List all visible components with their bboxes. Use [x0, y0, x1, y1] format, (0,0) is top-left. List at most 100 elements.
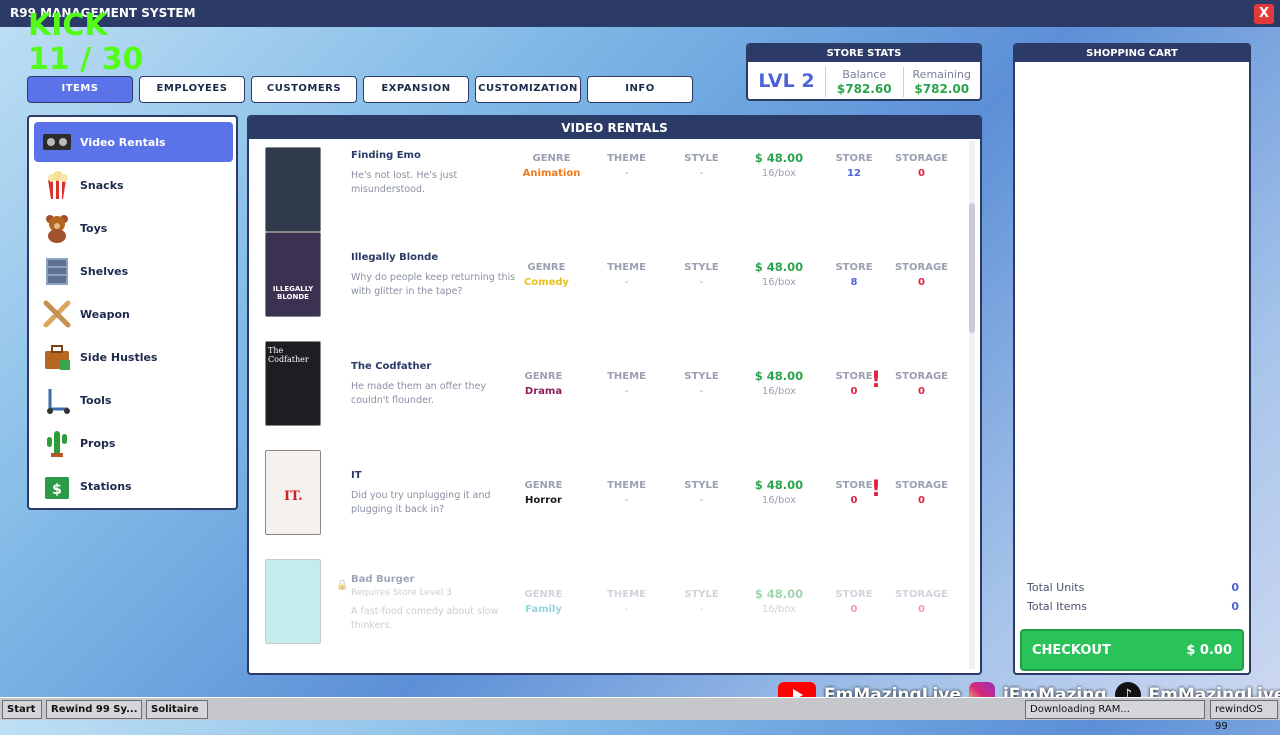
style-value: - — [699, 277, 704, 288]
theme-header: THEME — [607, 371, 646, 382]
price-value: $ 48.00 — [754, 478, 804, 492]
per-box-value: 16/box — [761, 495, 797, 506]
list-scrollbar[interactable] — [969, 141, 975, 669]
os-clock: rewindOS 99 — [1210, 700, 1278, 732]
storage-header: STORAGE — [894, 262, 948, 273]
product-row-locked[interactable]: 🔒 Bad Burger Requires Store Level 3 A fa… — [249, 556, 967, 665]
style-col: STYLE - — [669, 478, 734, 508]
category-label: Shelves — [80, 264, 129, 278]
store-value: 12 — [847, 168, 861, 179]
product-description: Why do people keep returning this with g… — [351, 272, 516, 297]
style-col: STYLE - — [669, 260, 734, 290]
shelf-icon — [40, 254, 74, 288]
balance-label: Balance — [842, 67, 887, 81]
product-cover — [265, 147, 321, 232]
product-description: A fast-food comedy about slow thinkers. — [351, 606, 499, 631]
total-units-value: 0 — [1231, 581, 1239, 594]
video-rentals-panel: VIDEO RENTALS Finding Emo He's not lost.… — [247, 115, 982, 675]
price-value: $ 48.00 — [754, 260, 804, 274]
category-toys[interactable]: Toys — [34, 208, 233, 248]
category-props[interactable]: Props — [34, 423, 233, 463]
lock-icon: 🔒 — [336, 580, 349, 591]
product-description: He made them an offer they couldn't flou… — [351, 381, 487, 406]
storage-value: 0 — [918, 386, 925, 397]
price-col: $ 48.00 16/box — [744, 369, 814, 399]
tab-info[interactable]: INFO — [587, 76, 693, 103]
tab-expansion[interactable]: EXPANSION — [363, 76, 469, 103]
genre-value: Horror — [525, 495, 562, 506]
balance-value: $782.60 — [836, 81, 892, 96]
price-col: $ 48.00 16/box — [744, 151, 814, 181]
category-label: Stations — [80, 479, 132, 493]
storage-col: STORAGE 0 — [894, 260, 949, 290]
style-col: STYLE - — [669, 369, 734, 399]
checkout-button[interactable]: CHECKOUT $ 0.00 — [1020, 629, 1244, 671]
shopping-cart-title: SHOPPING CART — [1015, 45, 1249, 62]
product-title: Bad Burger — [351, 574, 415, 585]
theme-header: THEME — [607, 153, 646, 164]
tab-employees[interactable]: EMPLOYEES — [139, 76, 245, 103]
category-tools[interactable]: Tools — [34, 380, 233, 420]
category-video-rentals[interactable]: Video Rentals — [34, 122, 233, 162]
product-title: Finding Emo — [351, 150, 421, 161]
tab-customization[interactable]: CUSTOMIZATION — [475, 76, 581, 103]
genre-header: GENRE — [524, 589, 563, 600]
product-requirement: Requires Store Level 3 — [351, 588, 452, 598]
category-snacks[interactable]: Snacks — [34, 165, 233, 205]
tab-items[interactable]: ITEMS — [27, 76, 133, 103]
close-button[interactable]: X — [1254, 4, 1274, 24]
taskbar-app-solitaire[interactable]: Solitaire — [146, 700, 208, 719]
shopping-cart-panel: SHOPPING CART Total Units 0 Total Items … — [1013, 43, 1251, 675]
category-label: Weapon — [80, 307, 130, 321]
storage-col: STORAGE 0 — [894, 369, 949, 399]
scrollbar-thumb[interactable] — [969, 203, 975, 333]
remaining-value: $782.00 — [914, 81, 970, 96]
taskbar: Start Rewind 99 Sy... Solitaire Download… — [0, 697, 1280, 732]
start-button[interactable]: Start — [2, 700, 42, 719]
per-box-value: 16/box — [761, 604, 797, 615]
store-header: STORE — [835, 589, 873, 600]
tab-customers[interactable]: CUSTOMERS — [251, 76, 357, 103]
theme-value: - — [624, 386, 629, 397]
main-tabs: ITEMS EMPLOYEES CUSTOMERS EXPANSION CUST… — [27, 76, 693, 103]
category-sidebar: Video Rentals Snacks Toys Shelves Weapon… — [27, 115, 238, 510]
taskbar-app-rewind[interactable]: Rewind 99 Sy... — [46, 700, 142, 719]
product-description: He's not lost. He's just misunderstood. — [351, 170, 458, 195]
storage-header: STORAGE — [894, 589, 948, 600]
product-row[interactable]: IT. IT Did you try unplugging it and plu… — [249, 447, 967, 556]
per-box-value: 16/box — [761, 386, 797, 397]
category-label: Props — [80, 436, 116, 450]
product-row[interactable]: The Codfather The Codfather He made them… — [249, 338, 967, 447]
cover-text: IT. — [284, 489, 303, 504]
store-col: STORE 0 — [829, 587, 879, 617]
kick-overlay-label: KICK — [28, 8, 108, 43]
theme-header: THEME — [607, 589, 646, 600]
category-weapon[interactable]: Weapon — [34, 294, 233, 334]
category-label: Video Rentals — [80, 135, 166, 149]
theme-value: - — [624, 604, 629, 615]
product-row[interactable]: ILLEGALLY BLONDE Illegally Blonde Why do… — [249, 229, 967, 338]
category-label: Side Hustles — [80, 350, 158, 364]
storage-col: STORAGE 0 — [894, 151, 949, 181]
product-description: Did you try unplugging it and plugging i… — [351, 490, 491, 515]
style-value: - — [699, 495, 704, 506]
remaining-block: Remaining $782.00 — [902, 66, 981, 97]
store-stats-panel: STORE STATS LVL 2 Balance $782.60 Remain… — [746, 43, 982, 101]
genre-col: GENRE Animation — [519, 151, 584, 181]
low-stock-warning-icon: ! — [871, 368, 882, 393]
category-stations[interactable]: $ Stations — [34, 466, 233, 506]
category-label: Snacks — [80, 178, 124, 192]
category-shelves[interactable]: Shelves — [34, 251, 233, 291]
per-box-value: 16/box — [761, 168, 797, 179]
teddy-bear-icon — [40, 211, 74, 245]
genre-col: GENRE Drama — [511, 369, 576, 399]
category-side-hustles[interactable]: Side Hustles — [34, 337, 233, 377]
theme-col: THEME - — [594, 369, 659, 399]
total-items-label: Total Items — [1027, 600, 1087, 613]
store-col: STORE 12 — [829, 151, 879, 181]
theme-header: THEME — [607, 480, 646, 491]
genre-value: Animation — [522, 168, 581, 179]
genre-header: GENRE — [524, 480, 563, 491]
scooter-icon — [40, 383, 74, 417]
storage-value: 0 — [918, 604, 925, 615]
